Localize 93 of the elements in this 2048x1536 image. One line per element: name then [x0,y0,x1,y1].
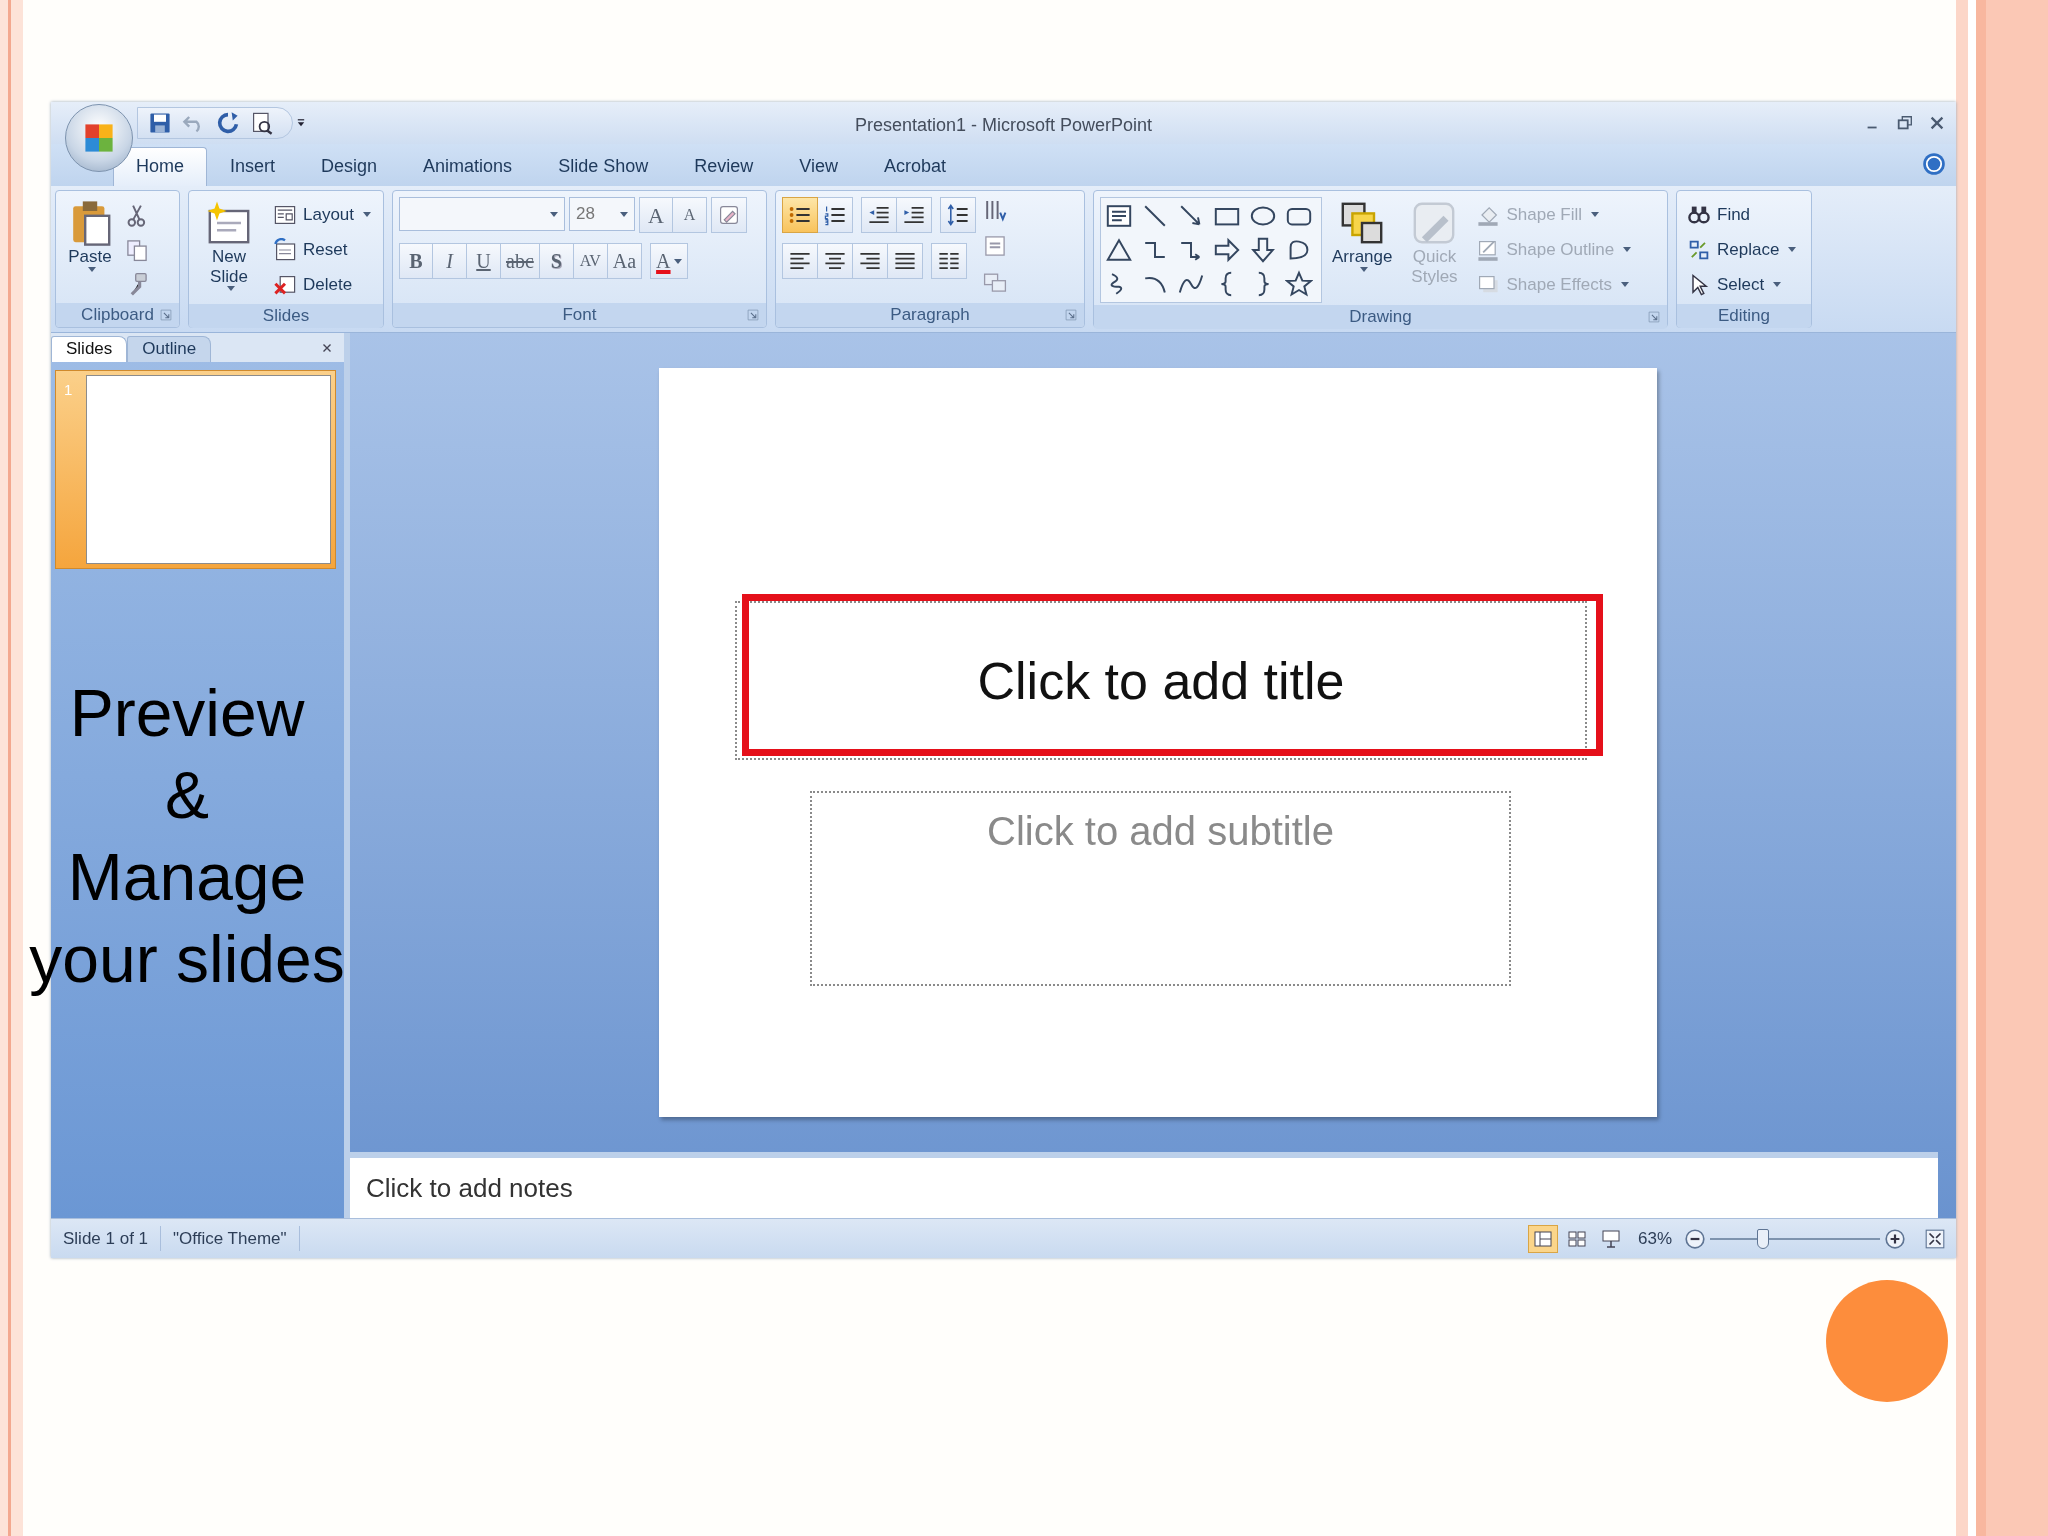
command-button[interactable]: Layout [269,197,377,232]
command-button[interactable]: Delete [269,267,377,302]
case-button[interactable]: Aa [607,243,643,279]
caret-icon [673,258,682,264]
ribbon-tab[interactable]: Home [113,147,207,186]
zoom-level: 63% [1636,1227,1673,1250]
group-label: Editing [1718,305,1770,328]
dialog-launcher-icon[interactable] [159,308,173,322]
align-button[interactable] [818,243,853,279]
command-button[interactable]: Select [1683,267,1805,302]
reset-icon [273,237,297,262]
fit-window-icon[interactable] [1924,1227,1946,1250]
print-preview-icon[interactable] [250,111,274,135]
ribbon-tab[interactable]: Animations [400,147,536,186]
copy-icon[interactable] [124,237,150,263]
slider-thumb[interactable] [1756,1228,1769,1249]
redo-icon[interactable] [216,111,240,135]
shrink-font-button[interactable]: A [673,197,707,233]
arrange-button[interactable]: Arrange [1328,197,1397,274]
triangle-icon[interactable] [1105,236,1133,264]
align-button[interactable] [888,243,923,279]
group-label: Paragraph [890,304,970,327]
help-icon[interactable] [1922,152,1946,176]
window-title: Presentation1 - Microsoft PowerPoint [853,114,1154,137]
numbering-button[interactable] [818,197,853,233]
align-button[interactable] [782,243,818,279]
normal-view-icon [1532,1228,1553,1249]
ribbon-tab[interactable]: Insert [207,147,299,186]
slide-counter: Slide 1 of 1 [51,1225,162,1252]
ribbon-tab[interactable]: View [776,147,861,186]
group-label: Clipboard [81,304,154,327]
star-icon[interactable] [1285,270,1313,298]
theme-name: "Office Theme" [161,1225,300,1252]
dialog-launcher-icon[interactable] [1064,308,1078,322]
restore-icon[interactable] [1896,114,1914,132]
caret-icon [226,286,235,292]
bold-button[interactable]: B [399,243,433,279]
notes-field[interactable]: Click to add notes [350,1152,1938,1218]
font-name-field[interactable] [399,197,565,231]
dialog-launcher-icon[interactable] [746,308,760,322]
pane-tab[interactable]: Outline [127,336,212,362]
bullets-button[interactable] [782,197,818,233]
decrease-indent-button[interactable] [861,197,897,233]
caret-icon [550,211,558,217]
italic-button[interactable]: I [433,243,467,279]
zoom-slider[interactable] [1710,1228,1880,1249]
command-button[interactable]: Reset [269,232,377,267]
underline-button[interactable]: U [467,243,501,279]
ribbon-tab[interactable]: Review [671,147,777,186]
group-label: Font [562,304,597,327]
caret-icon [1591,212,1600,217]
new-slide-button[interactable]: New Slide [195,197,263,294]
columns-button[interactable] [931,243,967,279]
right-arrow-icon[interactable] [1213,236,1241,264]
strike-button[interactable]: abc [501,243,540,279]
ribbon-tab[interactable]: Design [298,147,401,186]
dialog-launcher-icon[interactable] [1647,310,1661,324]
shadow-button[interactable]: S [539,243,574,279]
grow-font-button[interactable]: A [639,197,673,233]
view-button[interactable] [1527,1224,1558,1253]
close-icon[interactable] [1928,114,1946,132]
caret-icon [620,211,628,217]
text-box-icon[interactable] [1105,202,1133,230]
spacing-button[interactable]: AV [573,243,608,279]
eraser-icon [717,203,741,227]
align-button[interactable] [853,243,888,279]
clear-format-button[interactable] [711,197,747,233]
save-icon[interactable] [148,111,172,135]
grid-view-icon [1566,1228,1587,1249]
font-size-field[interactable]: 28 [569,197,635,231]
caret-icon [1623,247,1632,252]
office-logo-icon [82,121,116,155]
title-placeholder[interactable]: Click to add title [735,601,1587,760]
ribbon-tab[interactable]: Acrobat [860,147,969,186]
paste-button[interactable]: Paste [62,197,118,274]
group-label: Drawing [1349,306,1412,329]
zoom-in-icon[interactable] [1884,1227,1906,1250]
command-button[interactable]: Find [1683,197,1805,232]
line-spacing-button[interactable] [940,197,976,233]
color-button[interactable]: A [650,243,688,279]
caret-icon [1359,266,1368,272]
caret-icon [1621,282,1630,287]
command-button[interactable]: Replace [1683,232,1805,267]
line-spacing-icon [946,203,970,227]
increase-indent-button[interactable] [897,197,932,233]
pane-tab[interactable]: Slides [51,336,128,362]
caret-icon [87,266,96,272]
align-text-icon[interactable] [982,233,1008,259]
down-arrow-icon[interactable] [1249,236,1277,264]
group-label: Slides [262,305,310,328]
slideshow-view-icon [1600,1228,1621,1249]
ribbon-tab[interactable]: Slide Show [535,147,672,186]
zoom-out-icon[interactable] [1684,1227,1706,1250]
